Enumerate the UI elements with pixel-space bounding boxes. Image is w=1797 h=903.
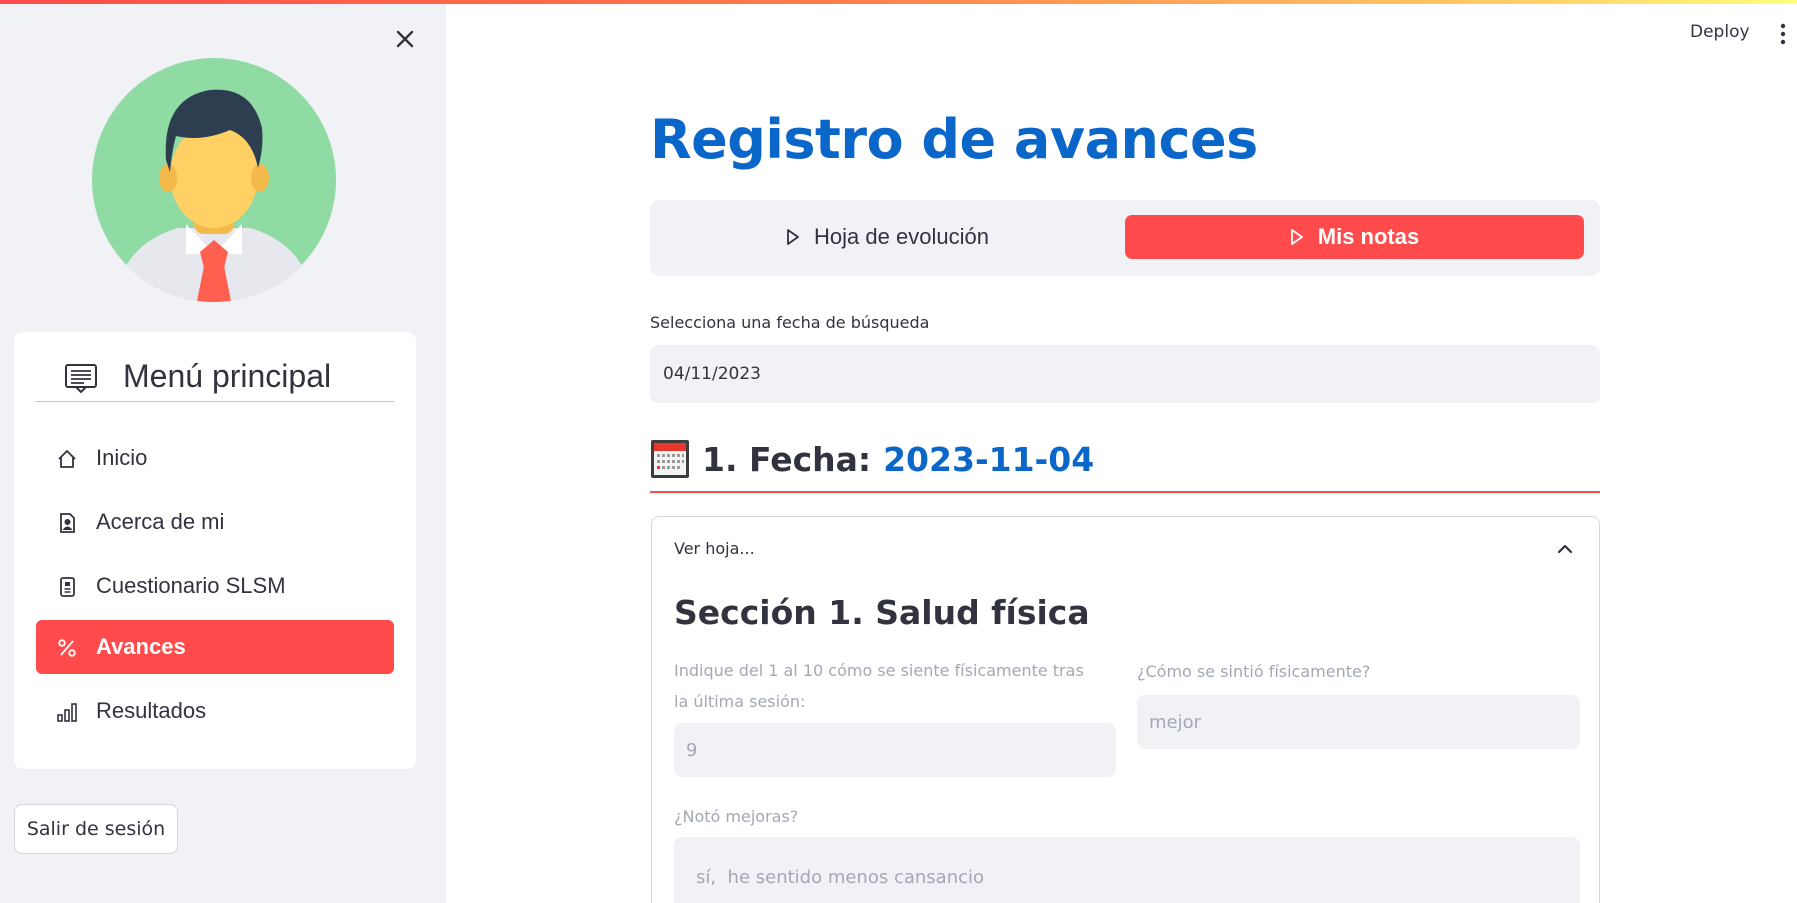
- section-date-value: 2023-11-04: [883, 439, 1095, 479]
- logout-button[interactable]: Salir de sesión: [14, 804, 178, 854]
- sidebar-item-cuestionario-slsm[interactable]: Cuestionario SLSM: [36, 559, 394, 613]
- house-icon: [56, 448, 78, 470]
- play-icon: [1290, 229, 1303, 245]
- date-search-input[interactable]: 04/11/2023: [650, 345, 1600, 403]
- expander-toggle[interactable]: Ver hoja...: [674, 539, 755, 558]
- sidebar-item-avances[interactable]: Avances: [36, 620, 394, 674]
- tab-mis-notas[interactable]: Mis notas: [1125, 215, 1584, 259]
- sidebar-item-label: Resultados: [96, 698, 207, 723]
- top-decoration-stripe: [0, 0, 1797, 4]
- close-sidebar-icon[interactable]: [391, 25, 419, 53]
- person-badge-icon: [56, 512, 78, 534]
- play-icon: [787, 229, 799, 245]
- sidebar-item-label: Acerca de mi: [96, 509, 225, 534]
- calendar-icon: [650, 438, 690, 480]
- tab-label: Hoja de evolución: [814, 224, 989, 249]
- sidebar-item-resultados[interactable]: Resultados: [36, 684, 394, 738]
- chevron-up-icon[interactable]: [1556, 541, 1574, 555]
- percent-icon: [56, 637, 78, 659]
- question-1-label: Indique del 1 al 10 cómo se siente físic…: [674, 661, 1084, 711]
- section-date-heading: 1. Fecha: 2023-11-04: [650, 436, 1094, 482]
- menu-title: Menú principal: [123, 358, 332, 394]
- sidebar-item-label: Inicio: [96, 445, 148, 470]
- sidebar-item-acerca-de-mi[interactable]: Acerca de mi: [36, 495, 394, 549]
- sheet-expander: Ver hoja... Sección 1. Salud física Indi…: [651, 516, 1600, 903]
- avatar: [92, 58, 336, 302]
- date-search-label: Selecciona una fecha de búsqueda: [650, 313, 930, 332]
- menu-list-icon: [64, 363, 98, 394]
- sidebar-item-label: Avances: [96, 634, 186, 659]
- tab-label: Mis notas: [1317, 224, 1420, 249]
- more-options-icon[interactable]: [1778, 22, 1788, 46]
- tab-hoja-de-evolucion[interactable]: Hoja de evolución: [658, 215, 1117, 259]
- question-2-label: ¿Cómo se sintió físicamente?: [1137, 662, 1371, 681]
- deploy-button[interactable]: Deploy: [1690, 22, 1750, 42]
- section-divider: [650, 491, 1600, 493]
- bar-chart-icon: [56, 701, 78, 723]
- section-date-prefix: 1. Fecha:: [702, 439, 872, 479]
- main-menu: Menú principal Inicio Acerca de mi Cuest…: [14, 332, 416, 769]
- section-title: Sección 1. Salud física: [674, 593, 1090, 632]
- menu-header: Menú principal: [36, 346, 394, 402]
- question-3-label: ¿Notó mejoras?: [674, 807, 799, 826]
- clipboard-icon: [56, 576, 78, 598]
- sidebar-item-label: Cuestionario SLSM: [96, 573, 286, 598]
- question-1-field[interactable]: 9: [674, 723, 1116, 777]
- question-3-field[interactable]: sí, he sentido menos cansancio: [674, 837, 1580, 903]
- sidebar-item-inicio[interactable]: Inicio: [36, 431, 394, 485]
- sidebar: Menú principal Inicio Acerca de mi Cuest…: [0, 0, 446, 903]
- page-title: Registro de avances: [650, 108, 1258, 171]
- question-2-field[interactable]: mejor: [1137, 695, 1580, 749]
- tab-bar: Hoja de evolución Mis notas: [650, 200, 1600, 276]
